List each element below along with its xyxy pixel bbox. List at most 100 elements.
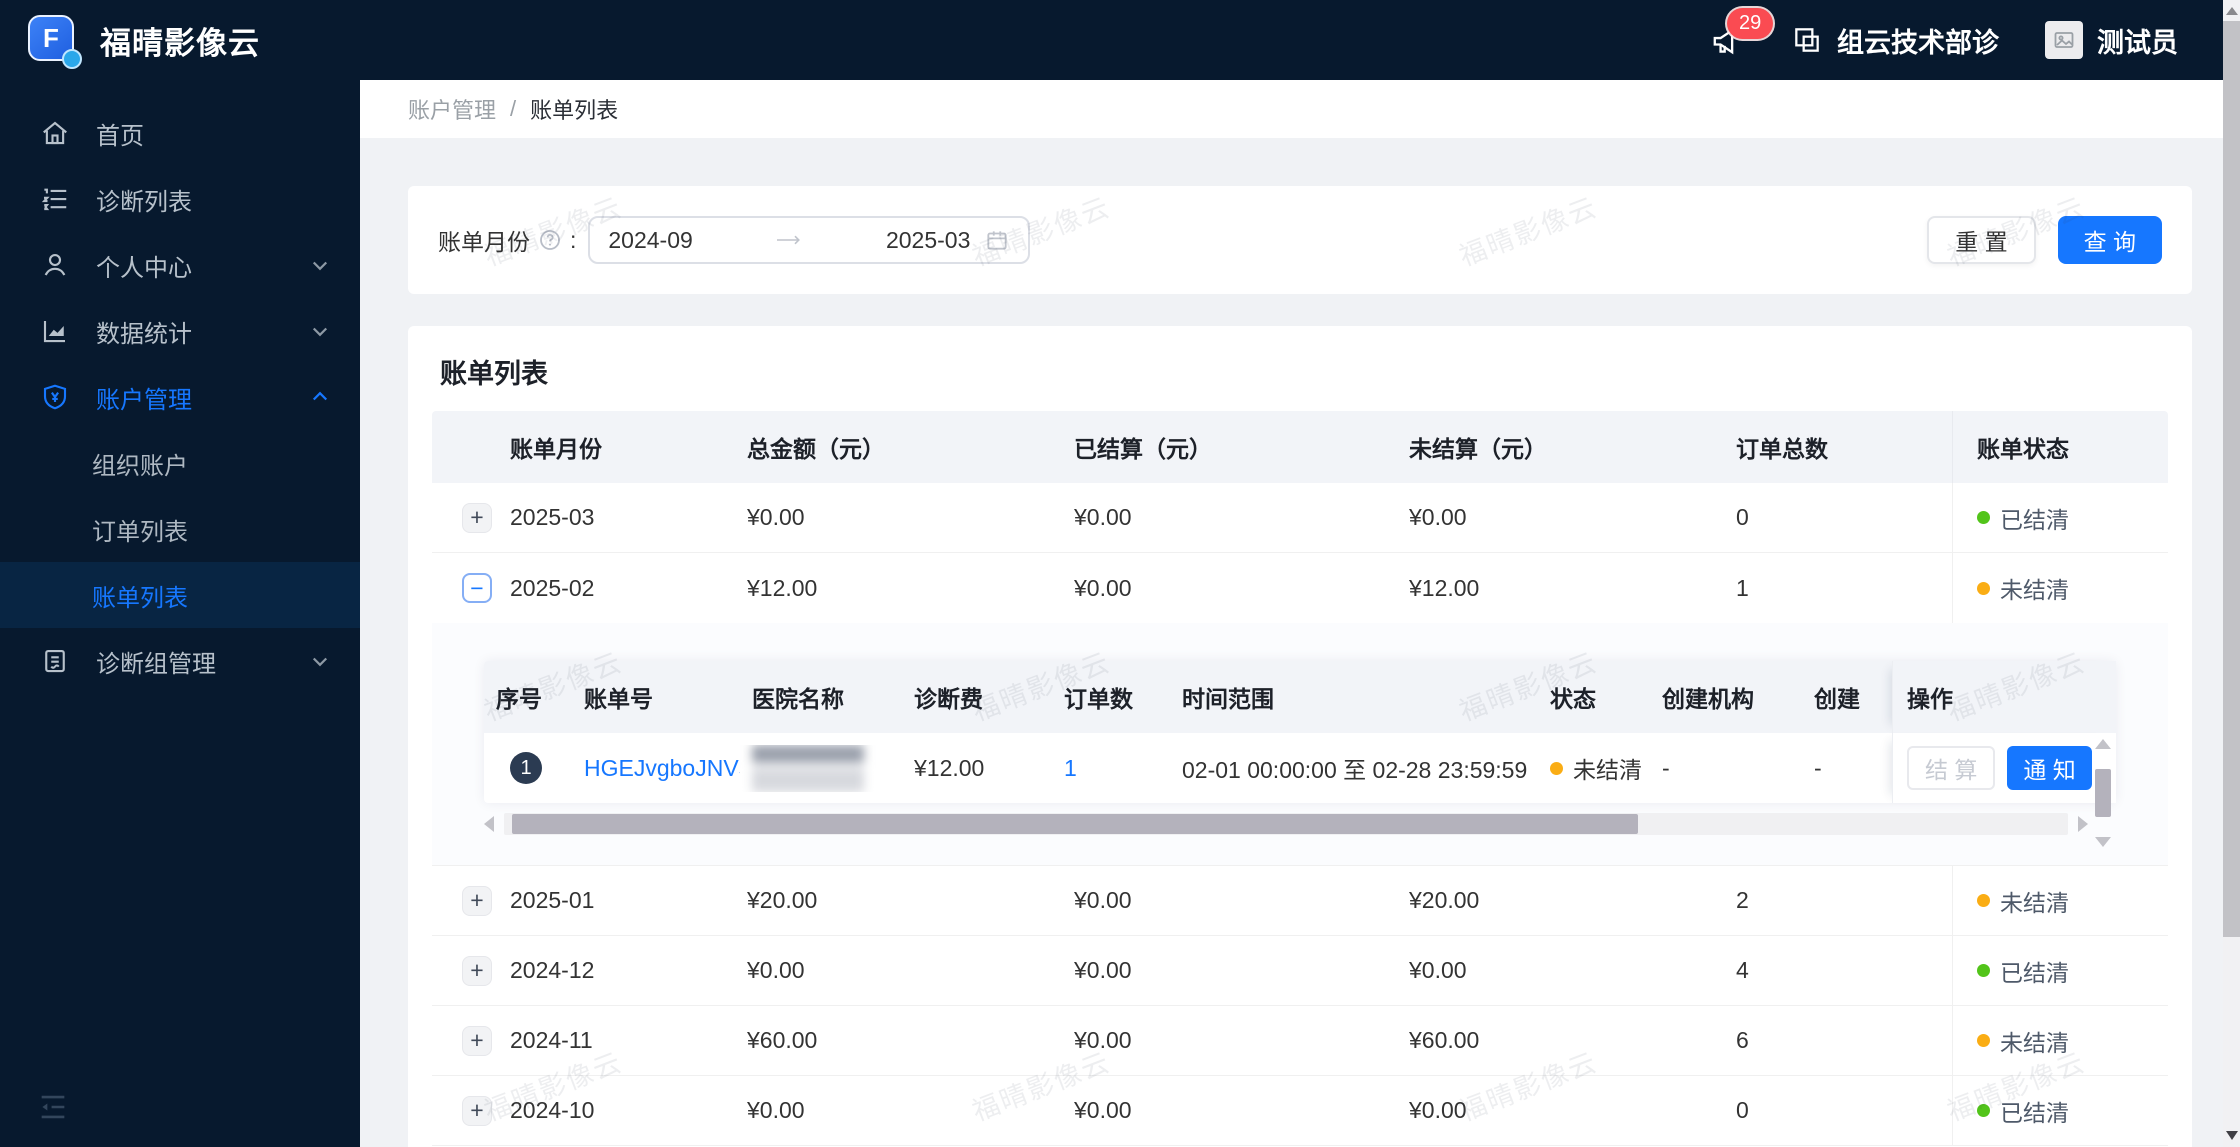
- sidebar-item-label: 诊断组管理: [96, 650, 216, 678]
- cell-create-org: -: [1662, 754, 1670, 781]
- cell-settled: ¥0.00: [1074, 504, 1132, 530]
- cell-detail-status: 未结清: [1538, 751, 1650, 785]
- cell-month: 2025-03: [510, 504, 595, 530]
- col-month: 账单月份: [510, 436, 602, 462]
- sidebar-item-org-account[interactable]: 组织账户: [0, 430, 360, 496]
- reset-button[interactable]: 重 置: [1927, 216, 2036, 264]
- col-fee: 诊断费: [914, 686, 983, 712]
- sidebar-item-diagnosis-list[interactable]: 诊断列表: [0, 166, 360, 232]
- status-dot: [1977, 894, 1990, 907]
- order-count-link[interactable]: 1: [1064, 755, 1077, 781]
- sidebar-item-diagnosis-group[interactable]: 诊断组管理: [0, 628, 360, 694]
- sidebar-collapse: [0, 1071, 360, 1147]
- cell-month: 2024-12: [510, 957, 595, 983]
- expand-row-button[interactable]: +: [462, 955, 492, 986]
- cell-unsettled: ¥0.00: [1409, 957, 1467, 983]
- status-text: 未结清: [2000, 889, 2069, 916]
- cell-unsettled: ¥12.00: [1409, 574, 1480, 601]
- sidebar-item-bill-list[interactable]: 账单列表: [0, 562, 360, 628]
- sidebar-item-label: 账户管理: [96, 386, 192, 414]
- sidebar-item-account-management[interactable]: 账户管理: [0, 364, 360, 430]
- expand-row-button[interactable]: +: [462, 1025, 492, 1056]
- expand-row-button[interactable]: +: [462, 885, 492, 916]
- month-range-picker[interactable]: 2024-09 2025-03: [588, 216, 1031, 264]
- menu-fold-icon[interactable]: [36, 1090, 70, 1129]
- app-title: 福晴影像云: [100, 25, 260, 61]
- table-row: + 2025-01 ¥20.00 ¥0.00 ¥20.00 2 未结清: [432, 866, 2168, 936]
- notify-button[interactable]: 通 知: [2007, 746, 2092, 790]
- range-start-value[interactable]: 2024-09: [608, 227, 692, 254]
- cell-month: 2025-02: [510, 574, 595, 601]
- collapse-row-button[interactable]: −: [462, 573, 492, 603]
- breadcrumb: 账户管理 / 账单列表: [360, 80, 2240, 138]
- col-total: 总金额（元）: [747, 436, 885, 462]
- user-menu[interactable]: 测试员: [2045, 21, 2178, 60]
- cell-create-time: -: [1814, 754, 1822, 781]
- cell-unsettled: ¥20.00: [1409, 887, 1480, 913]
- status-text: 已结清: [2000, 506, 2069, 533]
- account-shield-icon: [40, 382, 70, 412]
- cell-order-count: 0: [1736, 1097, 1749, 1123]
- cell-unsettled: ¥0.00: [1409, 1097, 1467, 1123]
- scroll-left-arrow[interactable]: [484, 816, 494, 832]
- cell-total: ¥60.00: [747, 1027, 818, 1053]
- notifications-button[interactable]: 29: [1709, 8, 1774, 58]
- horizontal-scroll-track[interactable]: [504, 813, 2068, 835]
- scroll-up-arrow[interactable]: [2095, 739, 2111, 749]
- filter-colon: :: [570, 226, 577, 253]
- app-logo: F 福晴影像云: [0, 0, 360, 80]
- user-name: 测试员: [2097, 27, 2178, 58]
- expand-row-button[interactable]: +: [462, 502, 492, 533]
- user-icon: [40, 250, 70, 280]
- status-dot: [1977, 1034, 1990, 1047]
- sidebar-item-personal-center[interactable]: 个人中心: [0, 232, 360, 298]
- top-header: 29 组云技术部诊 测试员: [360, 0, 2240, 80]
- cell-order-count: 2: [1736, 887, 1749, 913]
- table-row: + 2024-11 ¥60.00 ¥0.00 ¥60.00 6 未结清: [432, 1006, 2168, 1076]
- page-scroll-down-arrow[interactable]: [2225, 1131, 2238, 1140]
- status-text: 已结清: [2000, 1099, 2069, 1126]
- help-icon[interactable]: [538, 228, 562, 252]
- sidebar-subitem-label: 组织账户: [92, 452, 188, 480]
- cell-status: 已结清: [1952, 1076, 2168, 1145]
- scroll-right-arrow[interactable]: [2078, 816, 2088, 832]
- cell-unsettled: ¥0.00: [1409, 504, 1467, 530]
- logo-dot: [62, 49, 82, 69]
- col-unsettled: 未结算（元）: [1409, 436, 1547, 462]
- cell-status: 未结清: [1952, 1006, 2168, 1075]
- table-header-row: 账单月份 总金额（元） 已结算（元） 未结算（元） 订单总数 账单状态: [432, 411, 2168, 483]
- breadcrumb-parent[interactable]: 账户管理: [408, 93, 496, 125]
- cell-time-range: 02-01 00:00:00 至 02-28 23:59:59: [1182, 757, 1528, 783]
- sidebar-item-label: 数据统计: [96, 320, 192, 348]
- sidebar-item-order-list[interactable]: 订单列表: [0, 496, 360, 562]
- page-content: 账单月份 : 2024-09 2025-03 重 置 查 询 账单列表 账单月份…: [360, 138, 2240, 1147]
- cell-status: 未结清: [1952, 553, 2168, 623]
- status-dot: [1977, 511, 1990, 524]
- detail-horizontal-scrollbar: [484, 811, 2116, 837]
- org-squares-icon: [1795, 28, 1819, 52]
- cell-settled: ¥0.00: [1074, 574, 1132, 601]
- search-button[interactable]: 查 询: [2057, 216, 2162, 264]
- org-switcher[interactable]: 组云技术部诊: [1791, 21, 1999, 60]
- bill-number-link[interactable]: HGEJvgboJNV5: [584, 755, 740, 781]
- main-area: 29 组云技术部诊 测试员 账户管理 / 账单列表 账单月份: 2024-09…: [360, 0, 2240, 1147]
- status-dot: [1550, 761, 1563, 775]
- col-detail-status: 状态: [1550, 686, 1596, 712]
- page-scroll-thumb[interactable]: [2223, 21, 2240, 937]
- scroll-down-arrow[interactable]: [2095, 837, 2111, 847]
- cell-status: 已结清: [1952, 483, 2168, 552]
- chevron-down-icon: [310, 321, 330, 341]
- col-orders: 订单数: [1064, 686, 1133, 712]
- sidebar-item-statistics[interactable]: 数据统计: [0, 298, 360, 364]
- page-scroll-up-arrow[interactable]: [2225, 7, 2238, 15]
- sidebar-item-label: 诊断列表: [96, 188, 192, 216]
- range-end-value[interactable]: 2025-03: [886, 227, 970, 254]
- sidebar-item-label: 首页: [96, 122, 144, 150]
- horizontal-scroll-thumb[interactable]: [512, 814, 1639, 834]
- vertical-scroll-thumb[interactable]: [2095, 769, 2111, 817]
- filter-panel: 账单月份 : 2024-09 2025-03 重 置 查 询: [408, 186, 2192, 294]
- sidebar-item-home[interactable]: 首页: [0, 100, 360, 166]
- expand-row-button[interactable]: +: [462, 1095, 492, 1126]
- col-time-range: 时间范围: [1182, 686, 1274, 712]
- settle-button[interactable]: 结 算: [1907, 746, 1996, 790]
